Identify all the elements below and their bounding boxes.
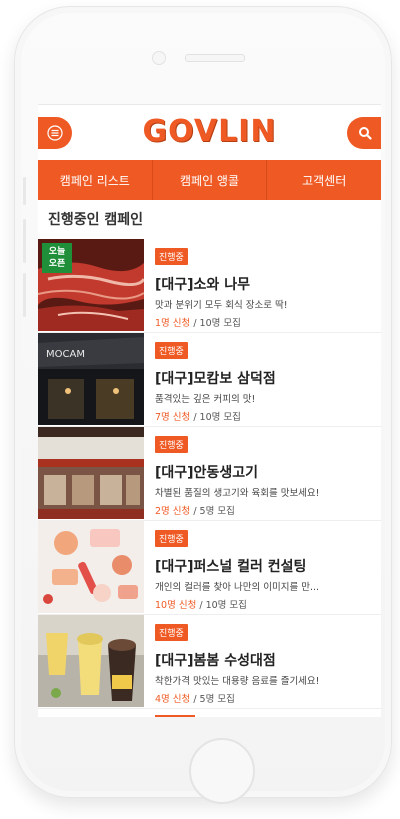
svg-text:MOCAM: MOCAM	[46, 349, 85, 360]
campaign-thumbnail: MOCAM	[38, 333, 144, 425]
status-badge: 진행중	[155, 248, 188, 265]
campaign-title[interactable]: [대구]소와 나무	[155, 274, 375, 294]
recruit-count: / 5명 모집	[190, 694, 235, 705]
phone-side-button	[23, 219, 26, 263]
campaign-thumbnail: 오늘 오픈	[38, 239, 144, 331]
applied-count: 4명 신청	[155, 694, 191, 705]
campaign-item[interactable]: 진행중 [대구]안동생고기 차별된 품질의 생고기와 육회를 맛보세요! 2명 …	[38, 427, 381, 521]
recruit-count: / 5명 모집	[190, 506, 235, 517]
campaign-title[interactable]: [대구]봄봄 수성대점	[155, 650, 375, 670]
home-button[interactable]	[189, 738, 255, 804]
campaign-title[interactable]: [대구]안동생고기	[155, 462, 375, 482]
nav-campaign-encore[interactable]: 캠페인 앵콜	[153, 160, 268, 200]
recruit-count: / 10명 모집	[190, 318, 241, 329]
applied-count: 2명 신청	[155, 506, 191, 517]
campaign-description: 개인의 컬러를 찾아 나만의 이미지를 만...	[155, 582, 319, 593]
phone-speaker	[185, 54, 245, 62]
campaign-description: 착한가격 맛있는 대용량 음료를 즐기세요!	[155, 676, 320, 687]
app-logo[interactable]: GOVLIN	[38, 114, 381, 149]
today-open-flag-line: 오늘	[48, 247, 66, 257]
campaign-item[interactable]: 진행중 [대구]퍼스널 컬러 컨설팅 개인의 컬러를 찾아 나만의 이미지를 만…	[38, 521, 381, 615]
campaign-description: 품격있는 깊은 커피의 맛!	[155, 394, 256, 405]
nav-campaign-list[interactable]: 캠페인 리스트	[38, 160, 153, 200]
campaign-meta: 7명 신청 / 10명 모집	[155, 409, 375, 423]
search-button[interactable]	[347, 117, 381, 149]
campaign-description: 차별된 품질의 생고기와 육회를 맛보세요!	[155, 488, 320, 499]
recruit-count: / 10명 모집	[196, 600, 247, 611]
campaign-thumbnail	[38, 521, 144, 613]
campaign-info: 진행중 [대구]소와 나무 맛과 분위기 모두 회식 장소로 딱! 1명 신청 …	[144, 239, 375, 332]
next-item-badge-peek	[155, 715, 195, 717]
campaign-list: 오늘 오픈 진행중 [대구]소와 나무 맛과 분위기 모두 회식 장소로 딱! …	[38, 239, 381, 709]
main-nav: 캠페인 리스트 캠페인 앵콜 고객센터	[38, 160, 381, 200]
campaign-title[interactable]: [대구]모캄보 삼덕점	[155, 368, 375, 388]
applied-count: 10명 신청	[155, 600, 197, 611]
section-title: 진행중인 캠페인	[48, 212, 144, 228]
status-badge: 진행중	[155, 624, 188, 641]
campaign-meta: 10명 신청 / 10명 모집	[155, 597, 375, 611]
campaign-title[interactable]: [대구]퍼스널 컬러 컨설팅	[155, 556, 375, 576]
nav-customer-center[interactable]: 고객센터	[267, 160, 381, 200]
applied-count: 1명 신청	[155, 318, 191, 329]
campaign-thumbnail	[38, 427, 144, 519]
applied-count: 7명 신청	[155, 412, 191, 423]
phone-camera	[152, 51, 166, 65]
campaign-item[interactable]: 오늘 오픈 진행중 [대구]소와 나무 맛과 분위기 모두 회식 장소로 딱! …	[38, 239, 381, 333]
campaign-info: 진행중 [대구]퍼스널 컬러 컨설팅 개인의 컬러를 찾아 나만의 이미지를 만…	[144, 521, 375, 614]
campaign-description: 맛과 분위기 모두 회식 장소로 딱!	[155, 300, 288, 311]
phone-side-button	[23, 177, 26, 205]
campaign-meta: 4명 신청 / 5명 모집	[155, 691, 375, 705]
campaign-info: 진행중 [대구]모캄보 삼덕점 품격있는 깊은 커피의 맛! 7명 신청 / 1…	[144, 333, 375, 426]
search-icon	[359, 127, 372, 140]
campaign-info: 진행중 [대구]봄봄 수성대점 착한가격 맛있는 대용량 음료를 즐기세요! 4…	[144, 615, 375, 708]
campaign-meta: 1명 신청 / 10명 모집	[155, 315, 375, 329]
today-open-flag-line: 오픈	[48, 259, 66, 269]
campaign-meta: 2명 신청 / 5명 모집	[155, 503, 375, 517]
campaign-item[interactable]: 진행중 [대구]봄봄 수성대점 착한가격 맛있는 대용량 음료를 즐기세요! 4…	[38, 615, 381, 709]
status-badge: 진행중	[155, 436, 188, 453]
campaign-item[interactable]: MOCAM 진행중 [대구]모캄보 삼덕점 품격있는 깊은 커피의 맛! 7명 …	[38, 333, 381, 427]
app-screen: GOVLIN 캠페인 리스트 캠페인 앵콜 고객센터 진행중인 캠페인 오늘 오…	[38, 104, 381, 717]
recruit-count: / 10명 모집	[190, 412, 241, 423]
status-badge: 진행중	[155, 530, 188, 547]
phone-side-button	[23, 273, 26, 317]
app-header: GOVLIN	[38, 105, 381, 160]
campaign-thumbnail	[38, 615, 144, 707]
campaign-info: 진행중 [대구]안동생고기 차별된 품질의 생고기와 육회를 맛보세요! 2명 …	[144, 427, 375, 520]
today-open-flag: 오늘 오픈	[42, 243, 72, 273]
status-badge: 진행중	[155, 342, 188, 359]
